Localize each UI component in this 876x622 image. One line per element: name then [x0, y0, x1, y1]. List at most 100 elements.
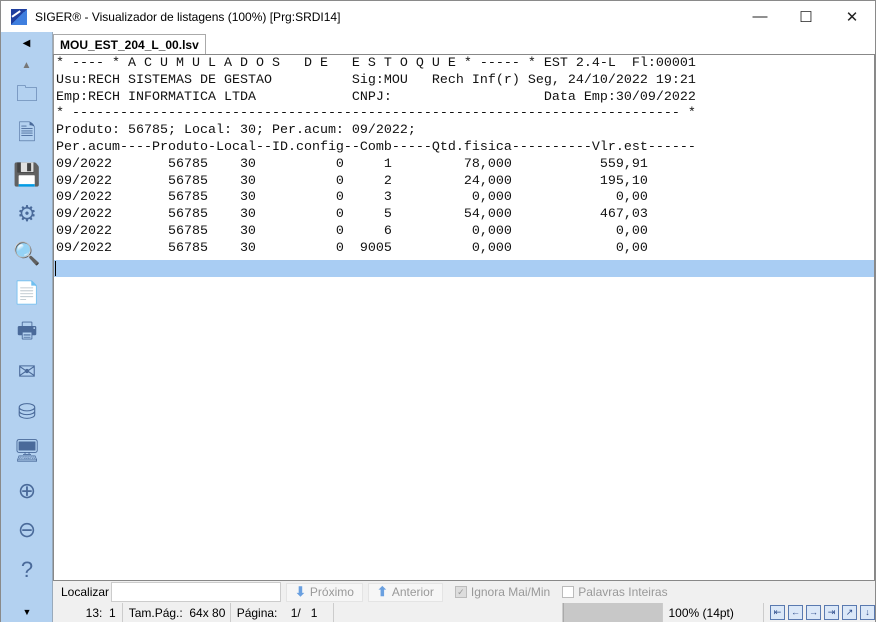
status-bar: 13: 1 Tam.Pág.: 64x 80 Página: 1/ 1 100%… [53, 603, 875, 622]
cell-idconfig: 0 [335, 240, 344, 256]
help-icon[interactable]: ? [1, 550, 53, 590]
arrow-up-icon: ⬆ [376, 584, 388, 599]
find-label: Localizar [61, 585, 110, 599]
zoom-in-icon[interactable]: ⊕ [1, 471, 53, 511]
cell-local: 30 [239, 240, 256, 256]
checkbox-checked-icon: ✓ [454, 586, 467, 598]
report-header-line: Emp:RECH INFORMATICA LTDA CNPJ: Data Emp… [56, 89, 696, 105]
cell-qtd: 54,000 [463, 207, 512, 223]
cell-vlr: 0,00 [615, 223, 648, 239]
monitor-icon[interactable]: 🖥 [1, 432, 53, 472]
cell-per: 09/2022 [56, 207, 112, 223]
cell-comb: 2 [383, 173, 392, 189]
window-title: SIGER® - Visualizador de listagens (100%… [35, 9, 341, 24]
scroll-up-icon[interactable]: ▲ [1, 54, 52, 76]
tab-strip: MOU_EST_204_L_00.lsv [53, 32, 874, 55]
report-header-line: Produto: 56785; Local: 30; Per.acum: 09/… [56, 123, 416, 139]
checkbox-unchecked-icon [562, 586, 575, 598]
cell-idconfig: 0 [335, 156, 344, 172]
table-row: 09/2022 56785 30 0 2 24,000 195,10 [56, 174, 696, 191]
find-input[interactable] [111, 582, 281, 602]
save-icon[interactable]: 💾 [1, 155, 53, 195]
ignore-case-label: Ignora Mai/Min [470, 585, 551, 599]
cell-produto: 56785 [167, 207, 208, 223]
cell-qtd: 0,000 [471, 190, 512, 206]
cell-local: 30 [239, 223, 256, 239]
last-page-icon[interactable]: ⇥ [824, 605, 839, 620]
cursor-position: 13: 1 [53, 603, 123, 622]
cell-vlr: 559,91 [599, 156, 648, 172]
previous-page-icon[interactable]: ← [788, 605, 803, 620]
title-bar: SIGER® - Visualizador de listagens (100%… [1, 1, 875, 32]
cell-vlr: 0,00 [615, 190, 648, 206]
report-viewer[interactable]: * ---- * A C U M U L A D O S D E E S T O… [53, 54, 875, 581]
table-row: 09/2022 56785 30 0 1 78,000 559,91 [56, 157, 696, 174]
previous-label: Anterior [391, 585, 434, 599]
cell-idconfig: 0 [335, 173, 344, 189]
cell-qtd: 78,000 [463, 156, 512, 172]
pdf-icon[interactable]: 📄 [1, 274, 53, 314]
table-row: 09/2022 56785 30 0 6 0,000 0,00 [56, 224, 696, 241]
email-icon[interactable]: ✉ [1, 353, 53, 393]
first-page-icon[interactable]: ⇤ [770, 605, 785, 620]
ignore-case-checkbox[interactable]: ✓ Ignora Mai/Min [454, 585, 551, 599]
cell-produto: 56785 [167, 173, 208, 189]
previous-button[interactable]: ⬆ Anterior [367, 582, 443, 602]
cell-produto: 56785 [167, 156, 208, 172]
arrow-down-icon: ⬇ [295, 584, 306, 599]
text-cursor [55, 261, 56, 276]
settings-icon[interactable]: ⚙ [1, 195, 53, 235]
status-progress [562, 603, 663, 622]
status-empty [334, 603, 563, 622]
page-size: Tam.Pág.: 64x 80 [123, 603, 231, 622]
whole-words-label: Palavras Inteiras [578, 585, 668, 599]
cell-qtd: 0,000 [471, 223, 512, 239]
app-logo-icon [11, 8, 27, 25]
next-page-icon[interactable]: → [806, 605, 821, 620]
cell-comb: 9005 [359, 240, 392, 256]
collapse-left-icon[interactable]: ◀ [1, 32, 52, 54]
report-header-line: Per.acum----Produto-Local--ID.config--Co… [56, 139, 696, 155]
toolbar-sidebar: ◀ ▲ 🗀 🗎 💾 ⚙ 🔍 📄 🖶 ✉ ⛁ 🖥 ⊕ ⊖? ▼ [1, 32, 53, 622]
cell-qtd: 24,000 [463, 173, 512, 189]
close-document-icon[interactable]: 🗎 [1, 116, 53, 156]
cell-vlr: 0,00 [615, 240, 648, 256]
cursor-line [54, 260, 874, 277]
cell-produto: 56785 [167, 240, 208, 256]
table-row: 09/2022 56785 30 0 9005 0,000 0,00 [56, 241, 696, 258]
scroll-down-icon[interactable]: ▼ [1, 602, 53, 622]
cell-per: 09/2022 [56, 223, 112, 239]
close-button[interactable]: ✕ [829, 1, 875, 32]
whole-words-checkbox[interactable]: Palavras Inteiras [562, 585, 668, 599]
cell-idconfig: 0 [335, 207, 344, 223]
cell-comb: 3 [383, 190, 392, 206]
cell-idconfig: 0 [335, 190, 344, 206]
minimize-button[interactable]: — [737, 1, 783, 32]
cell-per: 09/2022 [56, 173, 112, 189]
page-indicator: Página: 1/ 1 [231, 603, 335, 622]
cell-produto: 56785 [167, 223, 208, 239]
cell-comb: 5 [383, 207, 392, 223]
table-row: 09/2022 56785 30 0 3 0,000 0,00 [56, 190, 696, 207]
next-label: Próximo [309, 585, 354, 599]
cell-local: 30 [239, 173, 256, 189]
cell-idconfig: 0 [335, 223, 344, 239]
goto-page-icon[interactable]: ↗ [842, 605, 857, 620]
cell-local: 30 [239, 190, 256, 206]
cell-comb: 1 [383, 156, 392, 172]
preview-icon[interactable]: 🔍 [1, 234, 53, 274]
report-header-line: Usu:RECH SISTEMAS DE GESTAO Sig:MOU Rech… [56, 72, 696, 88]
next-button[interactable]: ⬇ Próximo [286, 582, 363, 602]
download-icon[interactable]: ↓ [860, 605, 875, 620]
zoom-out-icon[interactable]: ⊖ [1, 511, 53, 551]
report-header-line: * --------------------------------------… [56, 106, 696, 122]
open-folder-icon[interactable]: 🗀 [1, 76, 53, 116]
maximize-button[interactable]: ☐ [783, 1, 829, 32]
cell-vlr: 467,03 [599, 207, 648, 223]
print-icon[interactable]: 🖶 [1, 313, 53, 353]
cell-local: 30 [239, 207, 256, 223]
tab-file[interactable]: MOU_EST_204_L_00.lsv [53, 34, 206, 55]
cell-qtd: 0,000 [471, 240, 512, 256]
cell-local: 30 [239, 156, 256, 172]
export-icon[interactable]: ⛁ [1, 392, 53, 432]
